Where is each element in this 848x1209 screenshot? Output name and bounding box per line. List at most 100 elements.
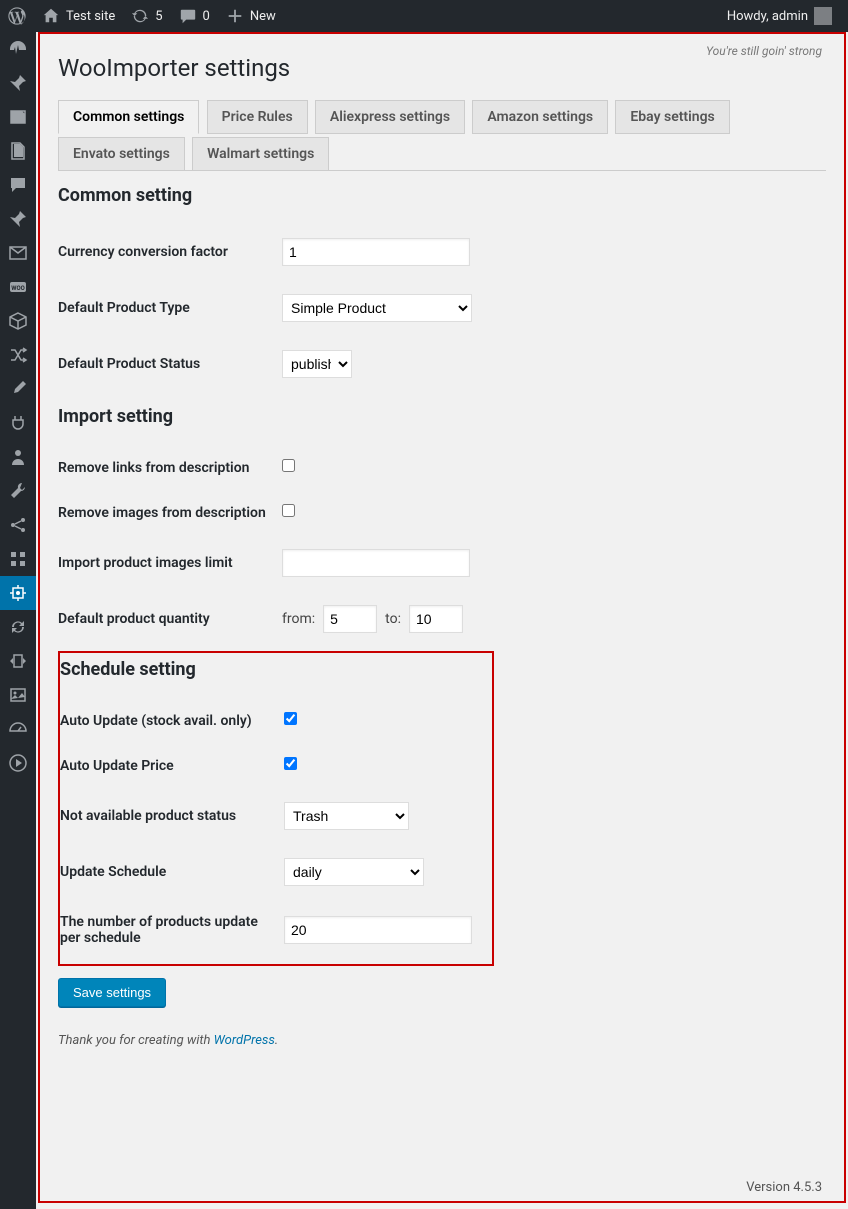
save-button[interactable]: Save settings — [58, 978, 166, 1007]
select-schedule[interactable]: daily — [284, 858, 424, 886]
checkbox-auto-update[interactable] — [284, 712, 297, 725]
label-default-qty: Default product quantity — [58, 591, 282, 647]
input-currency-factor[interactable] — [282, 238, 470, 266]
menu-appearance[interactable] — [0, 372, 36, 406]
dashboard-icon — [8, 39, 28, 59]
admin-menu: WOO — [0, 32, 36, 1209]
label-from: from: — [282, 611, 315, 627]
menu-item-6[interactable] — [0, 202, 36, 236]
menu-item-19[interactable] — [0, 644, 36, 678]
page-title: WooImporter settings — [58, 54, 826, 82]
new-label: New — [250, 9, 276, 24]
tab-price-rules[interactable]: Price Rules — [207, 100, 308, 134]
comments-count: 0 — [203, 9, 210, 24]
menu-item-21[interactable] — [0, 712, 36, 746]
select-default-type[interactable]: Simple Product — [282, 294, 472, 322]
main-wrap: You're still goin' strong WooImporter se… — [38, 32, 846, 1209]
media-icon — [8, 107, 28, 127]
checkbox-remove-links[interactable] — [282, 459, 295, 472]
menu-item-22[interactable] — [0, 746, 36, 780]
updates-count: 5 — [155, 9, 162, 24]
section-import: Import setting — [58, 406, 826, 427]
wp-logo[interactable] — [0, 0, 34, 32]
input-qty-to[interactable] — [409, 605, 463, 633]
label-na-status: Not available product status — [60, 788, 284, 844]
updates-link[interactable]: 5 — [123, 0, 170, 32]
label-auto-update: Auto Update (stock avail. only) — [60, 698, 284, 743]
label-schedule: Update Schedule — [60, 844, 284, 900]
section-common: Common setting — [58, 185, 826, 206]
pin2-icon — [8, 209, 28, 229]
comment-icon — [179, 7, 197, 25]
label-remove-images: Remove images from description — [58, 490, 282, 535]
menu-comments[interactable] — [0, 168, 36, 202]
wordpress-link[interactable]: WordPress — [214, 1033, 275, 1048]
tagline: You're still goin' strong — [706, 44, 822, 58]
new-link[interactable]: New — [218, 0, 284, 32]
plug-icon — [8, 413, 28, 433]
highlight-box-schedule: Schedule setting Auto Update (stock avai… — [58, 651, 494, 966]
tab-aliexpress[interactable]: Aliexpress settings — [315, 100, 465, 134]
menu-plugins[interactable] — [0, 406, 36, 440]
wordpress-icon — [8, 7, 26, 25]
select-na-status[interactable]: Trash — [284, 802, 409, 830]
menu-products[interactable] — [0, 304, 36, 338]
home-icon — [42, 7, 60, 25]
shuffle-icon — [8, 345, 28, 365]
menu-media[interactable] — [0, 100, 36, 134]
wrench-icon — [8, 481, 28, 501]
menu-posts[interactable] — [0, 66, 36, 100]
grid-icon — [8, 549, 28, 569]
menu-users[interactable] — [0, 440, 36, 474]
svg-text:WOO: WOO — [11, 285, 25, 292]
slider-icon — [8, 651, 28, 671]
menu-item-20[interactable] — [0, 678, 36, 712]
menu-wooimporter[interactable] — [0, 576, 36, 610]
checkbox-auto-price[interactable] — [284, 757, 297, 770]
box-icon — [8, 311, 28, 331]
label-images-limit: Import product images limit — [58, 535, 282, 591]
label-remove-links: Remove links from description — [58, 445, 282, 490]
settings-tabs: Common settings Price Rules Aliexpress s… — [58, 100, 826, 171]
refresh-icon — [8, 617, 28, 637]
tab-ebay[interactable]: Ebay settings — [615, 100, 729, 134]
menu-item-15[interactable] — [0, 508, 36, 542]
site-name-link[interactable]: Test site — [34, 0, 123, 32]
avatar — [814, 7, 832, 25]
section-schedule: Schedule setting — [60, 659, 482, 680]
mail-icon — [8, 243, 28, 263]
menu-item-16[interactable] — [0, 542, 36, 576]
menu-woocommerce[interactable]: WOO — [0, 270, 36, 304]
comments-link[interactable]: 0 — [171, 0, 218, 32]
pin-icon — [8, 73, 28, 93]
select-default-status[interactable]: publish — [282, 350, 352, 378]
input-qty-from[interactable] — [323, 605, 377, 633]
brush-icon — [8, 379, 28, 399]
menu-shuffle[interactable] — [0, 338, 36, 372]
image-icon — [8, 685, 28, 705]
label-default-status: Default Product Status — [58, 336, 282, 392]
user-icon — [8, 447, 28, 467]
label-per-schedule: The number of products update per schedu… — [60, 900, 284, 960]
admin-bar: Test site 5 0 New Howdy, admin — [0, 0, 848, 32]
menu-dashboard[interactable] — [0, 32, 36, 66]
label-to: to: — [385, 611, 401, 627]
menu-pages[interactable] — [0, 134, 36, 168]
label-currency-factor: Currency conversion factor — [58, 224, 282, 280]
footer-credit: Thank you for creating with WordPress. — [58, 1033, 826, 1048]
tab-amazon[interactable]: Amazon settings — [472, 100, 608, 134]
tab-envato[interactable]: Envato settings — [58, 137, 185, 171]
checkbox-remove-images[interactable] — [282, 504, 295, 517]
menu-item-18[interactable] — [0, 610, 36, 644]
input-per-schedule[interactable] — [284, 916, 472, 944]
my-account[interactable]: Howdy, admin — [719, 0, 840, 32]
update-icon — [131, 7, 149, 25]
menu-contact[interactable] — [0, 236, 36, 270]
howdy-text: Howdy, admin — [727, 9, 808, 24]
menu-tools[interactable] — [0, 474, 36, 508]
input-images-limit[interactable] — [282, 549, 470, 577]
label-auto-price: Auto Update Price — [60, 743, 284, 788]
tab-common[interactable]: Common settings — [58, 100, 199, 134]
tab-walmart[interactable]: Walmart settings — [192, 137, 329, 171]
plus-icon — [226, 7, 244, 25]
